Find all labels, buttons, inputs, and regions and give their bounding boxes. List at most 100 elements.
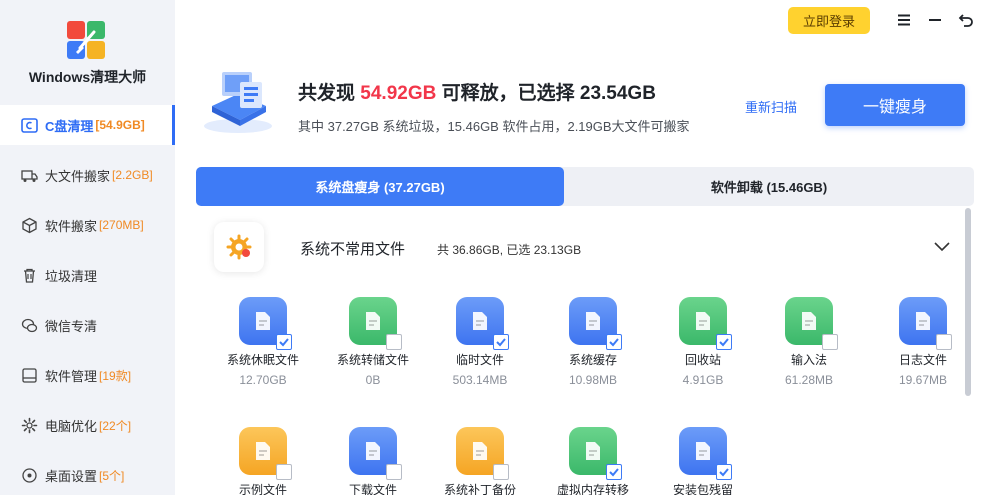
item-checkbox[interactable] xyxy=(493,334,509,350)
summary-title-middle: 可释放，已选择 xyxy=(436,83,580,104)
sidebar-item-c-drive-clean[interactable]: C盘清理 [54.9GB] xyxy=(0,105,175,145)
category-item[interactable]: 临时文件 503.14MB xyxy=(430,297,530,387)
item-label: 示例文件 xyxy=(238,483,287,495)
one-click-slim-button[interactable]: 一键瘦身 xyxy=(825,84,965,126)
rescan-link[interactable]: 重新扫描 xyxy=(745,97,797,116)
item-label: 系统补丁备份 xyxy=(443,483,516,495)
sidebar-item-large-file-move[interactable]: 大文件搬家 [2.2GB] xyxy=(0,150,175,200)
tab-bar: 系统盘瘦身 (37.27GB) 软件卸载 (15.46GB) xyxy=(196,167,974,206)
log-file-icon xyxy=(899,297,952,350)
sidebar-nav: C盘清理 [54.9GB] 大文件搬家 [2.2GB] 软件搬家 [270MB]… xyxy=(0,105,175,495)
category-item[interactable]: 示例文件 xyxy=(213,427,313,495)
category-item[interactable]: 下载文件 xyxy=(323,427,423,495)
temp-file-icon xyxy=(456,297,509,350)
monitor-icon xyxy=(20,366,38,384)
item-checkbox[interactable] xyxy=(493,464,509,480)
sidebar-item-label: C盘清理 xyxy=(45,118,94,134)
item-label: 系统缓存 xyxy=(568,353,617,367)
category-item[interactable]: 虚拟内存转移 xyxy=(543,427,643,495)
item-size: 503.14MB xyxy=(452,373,508,387)
tab-software-uninstall[interactable]: 软件卸载 (15.46GB) xyxy=(564,167,974,206)
scrollbar[interactable] xyxy=(965,208,971,396)
installer-icon xyxy=(679,427,732,480)
chevron-down-icon[interactable] xyxy=(932,236,952,256)
app-logo-icon xyxy=(67,21,105,59)
summary-title: 共发现 54.92GB 可释放，已选择 23.54GB xyxy=(298,78,656,105)
sidebar-item-label: 桌面设置 xyxy=(45,468,98,484)
sidebar-item-pc-optimize[interactable]: 电脑优化 [22个] xyxy=(0,400,175,450)
download-folder-icon xyxy=(349,427,402,480)
item-label: 系统转储文件 xyxy=(336,353,409,367)
section-stat: 共 36.86GB, 已选 23.13GB xyxy=(437,243,582,257)
sidebar-item-label: 垃圾清理 xyxy=(45,268,98,284)
c-drive-icon xyxy=(20,116,38,134)
item-checkbox[interactable] xyxy=(386,464,402,480)
item-label: 安装包残留 xyxy=(672,483,733,495)
trash-icon xyxy=(20,266,38,284)
item-checkbox[interactable] xyxy=(936,334,952,350)
sidebar-item-junk-clean[interactable]: 垃圾清理 xyxy=(0,250,175,300)
patch-backup-icon xyxy=(456,427,509,480)
item-size: 4.91GB xyxy=(682,373,724,387)
item-checkbox[interactable] xyxy=(606,334,622,350)
virtual-memory-icon xyxy=(569,427,622,480)
item-size: 12.70GB xyxy=(239,373,287,387)
category-item[interactable]: 系统转储文件 0B xyxy=(323,297,423,387)
sidebar-item-label: 大文件搬家 xyxy=(45,168,111,184)
item-label: 临时文件 xyxy=(455,353,504,367)
gear-icon xyxy=(20,416,38,434)
sidebar-item-badge: [22个] xyxy=(99,418,132,433)
item-checkbox[interactable] xyxy=(716,464,732,480)
item-checkbox[interactable] xyxy=(716,334,732,350)
selected-size: 23.54GB xyxy=(579,83,656,104)
category-item[interactable]: 系统缓存 10.98MB xyxy=(543,297,643,387)
sidebar-item-software-manage[interactable]: 软件管理 [19款] xyxy=(0,350,175,400)
item-label: 日志文件 xyxy=(898,353,947,367)
category-item[interactable]: 安装包残留 xyxy=(653,427,753,495)
item-checkbox[interactable] xyxy=(822,334,838,350)
sidebar-item-software-move[interactable]: 软件搬家 [270MB] xyxy=(0,200,175,250)
sample-folder-icon xyxy=(239,427,292,480)
item-label: 输入法 xyxy=(790,353,827,367)
sidebar-item-badge: [2.2GB] xyxy=(112,168,153,182)
truck-icon xyxy=(20,166,38,184)
dump-file-icon xyxy=(349,297,402,350)
gear-cluster-icon xyxy=(226,234,252,260)
sidebar-item-badge: [5个] xyxy=(99,468,125,483)
category-item[interactable]: 日志文件 19.67MB xyxy=(873,297,973,387)
item-checkbox[interactable] xyxy=(276,334,292,350)
app-title: Windows清理大师 xyxy=(28,69,147,85)
category-item[interactable]: 系统休眠文件 12.70GB xyxy=(213,297,313,387)
item-label: 系统休眠文件 xyxy=(226,353,299,367)
category-item[interactable]: 系统补丁备份 xyxy=(430,427,530,495)
item-checkbox[interactable] xyxy=(386,334,402,350)
login-button[interactable]: 立即登录 xyxy=(788,7,870,34)
summary-subtitle: 其中 37.27GB 系统垃圾，15.46GB 软件占用，2.19GB大文件可搬… xyxy=(298,119,690,134)
item-label: 回收站 xyxy=(684,353,721,367)
section-icon xyxy=(214,222,264,272)
sidebar-item-desktop-settings[interactable]: 桌面设置 [5个] xyxy=(0,450,175,495)
minimize-icon[interactable] xyxy=(925,10,945,30)
keyboard-icon xyxy=(785,297,838,350)
category-item[interactable]: 输入法 61.28MB xyxy=(759,297,859,387)
item-size: 19.67MB xyxy=(898,373,948,387)
sidebar-item-wechat-clean[interactable]: 微信专清 xyxy=(0,300,175,350)
sidebar-item-badge: [270MB] xyxy=(99,218,144,232)
tab-system-slim[interactable]: 系统盘瘦身 (37.27GB) xyxy=(196,167,564,206)
computer-illustration-icon xyxy=(204,72,272,133)
desktop-icon xyxy=(20,466,38,484)
summary-title-prefix: 共发现 xyxy=(298,83,361,104)
item-checkbox[interactable] xyxy=(606,464,622,480)
back-icon[interactable] xyxy=(956,10,976,30)
menu-icon[interactable] xyxy=(894,10,914,30)
sidebar-item-badge: [54.9GB] xyxy=(95,118,145,132)
found-size: 54.92GB xyxy=(360,83,437,104)
sidebar-item-label: 软件管理 xyxy=(45,368,98,384)
category-item[interactable]: 回收站 4.91GB xyxy=(653,297,753,387)
item-label: 虚拟内存转移 xyxy=(556,483,629,495)
section-title: 系统不常用文件 xyxy=(300,241,406,258)
wechat-icon xyxy=(20,316,38,334)
sidebar-item-label: 软件搬家 xyxy=(45,218,98,234)
item-size: 10.98MB xyxy=(568,373,618,387)
item-checkbox[interactable] xyxy=(276,464,292,480)
